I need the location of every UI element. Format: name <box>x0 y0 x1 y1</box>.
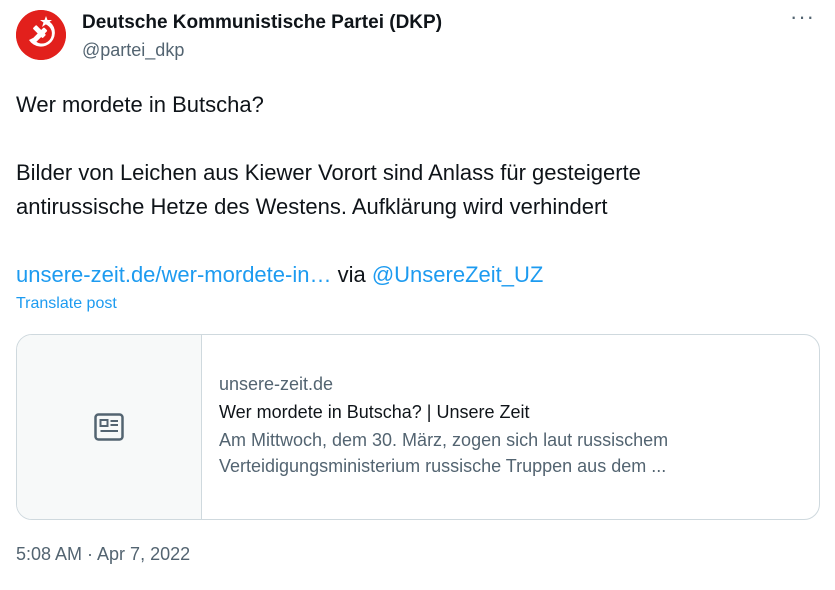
card-thumbnail <box>17 335 202 519</box>
post-text-line: Wer mordete in Butscha? <box>16 92 264 117</box>
author-handle[interactable]: @partei_dkp <box>82 40 184 61</box>
post-link-line: unsere-zeit.de/wer-mordete-in… via @Unse… <box>16 260 816 290</box>
card-body: unsere-zeit.de Wer mordete in Butscha? |… <box>219 371 803 479</box>
hammer-sickle-icon <box>16 10 66 60</box>
article-link[interactable]: unsere-zeit.de/wer-mordete-in… <box>16 262 331 287</box>
mention-link[interactable]: @UnsereZeit_UZ <box>372 262 544 287</box>
avatar[interactable] <box>16 10 66 60</box>
translate-post-link[interactable]: Translate post <box>16 295 117 313</box>
card-description-line: Am Mittwoch, dem 30. März, zogen sich la… <box>219 430 669 450</box>
card-description-line: Verteidigungsministerium russische Trupp… <box>219 456 667 476</box>
post-text-line: antirussische Hetze des Westens. Aufklär… <box>16 194 608 219</box>
link-preview-card[interactable]: unsere-zeit.de Wer mordete in Butscha? |… <box>16 334 820 520</box>
card-domain: unsere-zeit.de <box>219 374 334 394</box>
more-options-button[interactable]: ··· <box>790 4 815 30</box>
card-title: Wer mordete in Butscha? | Unsere Zeit <box>219 402 530 422</box>
article-icon <box>94 413 124 441</box>
post-timestamp[interactable]: 5:08 AM · Apr 7, 2022 <box>16 544 190 565</box>
via-text: via <box>331 262 372 287</box>
post-text-line: Bilder von Leichen aus Kiewer Vorort sin… <box>16 160 641 185</box>
author-name[interactable]: Deutsche Kommunistische Partei (DKP) <box>82 12 442 34</box>
